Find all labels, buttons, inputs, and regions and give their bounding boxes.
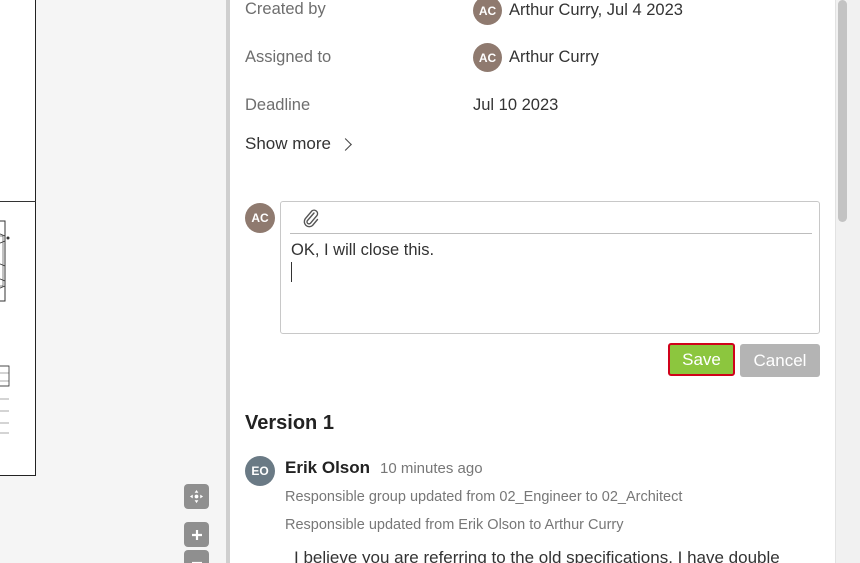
drawing-viewer[interactable]	[0, 0, 226, 563]
avatar: EO	[245, 456, 275, 486]
comment-author-avatar: AC	[245, 203, 275, 233]
comment-editor[interactable]: OK, I will close this.	[280, 201, 820, 334]
avatar: AC	[473, 43, 502, 72]
created-by-value: AC Arthur Curry, Jul 4 2023	[473, 0, 683, 25]
plus-icon	[191, 529, 202, 540]
pan-button[interactable]	[184, 484, 209, 509]
zoom-out-button[interactable]	[184, 550, 209, 563]
show-more-link[interactable]: Show more	[245, 134, 352, 154]
zoom-in-button[interactable]	[184, 522, 209, 547]
drawing-title-block	[0, 365, 10, 434]
deadline-value[interactable]: Jul 10 2023	[473, 96, 558, 115]
assigned-to-label: Assigned to	[245, 48, 332, 66]
history-comment: I believe you are referring to the old s…	[294, 548, 780, 563]
history-change: Responsible group updated from 02_Engine…	[285, 489, 683, 505]
show-more-label: Show more	[245, 134, 331, 153]
paperclip-icon[interactable]	[302, 208, 320, 228]
version-heading: Version 1	[245, 412, 334, 434]
deadline-label: Deadline	[245, 96, 311, 114]
history-author: Erik Olson	[285, 458, 371, 477]
scrollbar-thumb[interactable]	[838, 0, 847, 222]
drawing-detail	[0, 220, 10, 302]
avatar: AC	[473, 0, 502, 25]
text-caret	[291, 262, 292, 282]
assigned-to-value[interactable]: AC Arthur Curry	[473, 43, 599, 72]
save-button[interactable]: Save	[668, 343, 735, 376]
move-icon	[189, 489, 204, 504]
drawing-sheet	[0, 0, 36, 476]
editor-toolbar	[290, 202, 812, 234]
comment-text: OK, I will close this.	[291, 241, 435, 259]
history-change: Responsible updated from Erik Olson to A…	[285, 517, 624, 533]
created-by-text: Arthur Curry, Jul 4 2023	[509, 1, 683, 19]
minus-icon	[191, 561, 202, 563]
history-timestamp: 10 minutes ago	[380, 460, 483, 477]
chevron-right-icon	[339, 137, 352, 151]
sheet-divider	[0, 201, 36, 202]
cancel-button[interactable]: Cancel	[740, 344, 820, 377]
assigned-to-text: Arthur Curry	[509, 48, 599, 66]
created-by-label: Created by	[245, 0, 326, 18]
